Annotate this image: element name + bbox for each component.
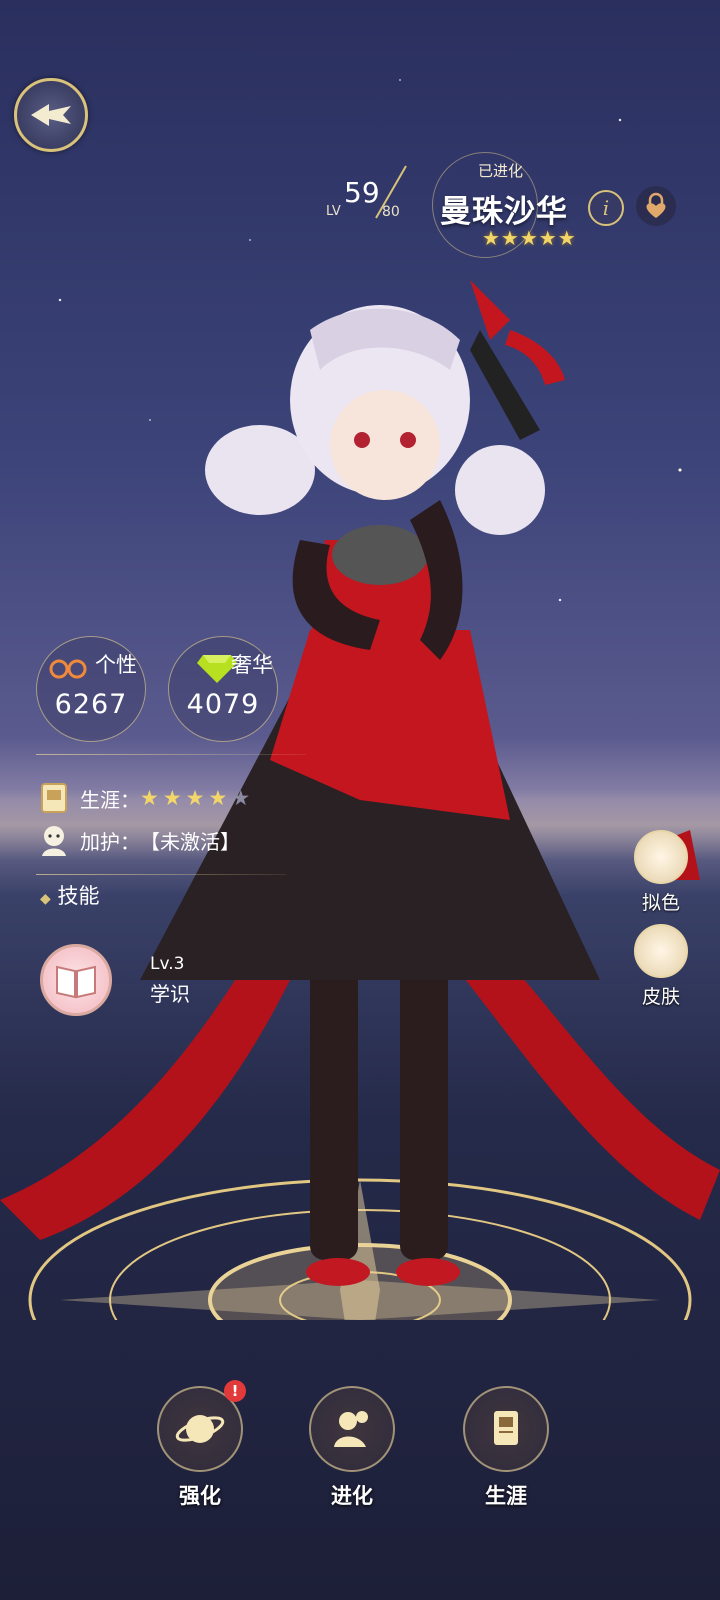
rank-stars: ★★★★★ bbox=[482, 226, 577, 250]
career-star-empty: ★ bbox=[231, 786, 255, 810]
protection-divider bbox=[36, 874, 286, 875]
career-button[interactable]: 生涯 bbox=[462, 1386, 550, 1510]
enhance-alert-badge: ! bbox=[224, 1380, 246, 1402]
dye-button[interactable]: 拟色 bbox=[628, 830, 694, 915]
luxury-label: 奢华 bbox=[231, 653, 273, 677]
luxury-stat[interactable]: 奢华 4079 bbox=[168, 636, 278, 742]
evolved-status: 已进化 bbox=[478, 162, 524, 180]
protection-label: 加护： bbox=[80, 829, 140, 854]
evolve-label: 进化 bbox=[331, 1484, 373, 1508]
character-name: 曼珠沙华 bbox=[440, 194, 568, 230]
stats-divider bbox=[36, 754, 306, 755]
personality-icon bbox=[49, 659, 87, 679]
protection-row[interactable]: 加护： 【未激活】 bbox=[36, 822, 240, 858]
protection-status: 【未激活】 bbox=[140, 829, 240, 854]
dye-label: 拟色 bbox=[641, 892, 680, 914]
evolve-button[interactable]: 进化 bbox=[308, 1386, 396, 1510]
career-row[interactable]: 生涯： ★★★★ ★ bbox=[36, 780, 254, 816]
skills-title: ◆ 技能 bbox=[40, 880, 99, 910]
level-label: LV bbox=[326, 204, 341, 219]
guardian-icon bbox=[42, 826, 66, 856]
level-max: 80 bbox=[382, 204, 400, 220]
info-button[interactable]: i bbox=[588, 190, 624, 226]
skill-book-icon[interactable] bbox=[40, 944, 112, 1016]
evolve-icon-frame bbox=[309, 1386, 395, 1472]
skill-name: 学识 bbox=[150, 982, 190, 1006]
book-icon bbox=[56, 965, 96, 999]
career-card-icon bbox=[41, 783, 67, 813]
luxury-value: 4079 bbox=[186, 689, 260, 720]
career-document-icon bbox=[494, 1411, 518, 1445]
enhance-label: 强化 bbox=[179, 1484, 221, 1508]
career-nav-label: 生涯 bbox=[485, 1484, 527, 1508]
personality-value: 6267 bbox=[54, 689, 128, 720]
career-label: 生涯： bbox=[80, 787, 140, 812]
evolve-figure-icon bbox=[334, 1411, 368, 1447]
skin-shirt-icon bbox=[634, 924, 688, 978]
magic-circle bbox=[28, 1178, 692, 1320]
skills-title-text: 技能 bbox=[57, 884, 100, 908]
skin-label: 皮肤 bbox=[641, 986, 680, 1008]
lock-button[interactable] bbox=[636, 186, 676, 226]
personality-label: 个性 bbox=[95, 653, 137, 677]
enhance-button[interactable]: 强化 bbox=[156, 1386, 244, 1510]
personality-stat[interactable]: 个性 6267 bbox=[36, 636, 146, 742]
career-icon-frame bbox=[463, 1386, 549, 1472]
skills-bullet-icon: ◆ bbox=[40, 891, 51, 907]
info-icon: i bbox=[602, 196, 610, 220]
skill-level: Lv.3 bbox=[150, 954, 185, 974]
back-button[interactable] bbox=[14, 78, 88, 152]
dye-rabbit-icon bbox=[634, 830, 688, 884]
enhance-orb-icon bbox=[175, 1415, 225, 1443]
heart-lock-icon bbox=[646, 192, 666, 218]
level-display: LV 59 80 bbox=[326, 165, 436, 228]
back-arrow-wing-icon bbox=[31, 104, 71, 126]
career-stars: ★★★★ bbox=[140, 786, 232, 810]
level-value: 59 bbox=[344, 176, 380, 209]
skin-button[interactable]: 皮肤 bbox=[628, 924, 694, 1009]
